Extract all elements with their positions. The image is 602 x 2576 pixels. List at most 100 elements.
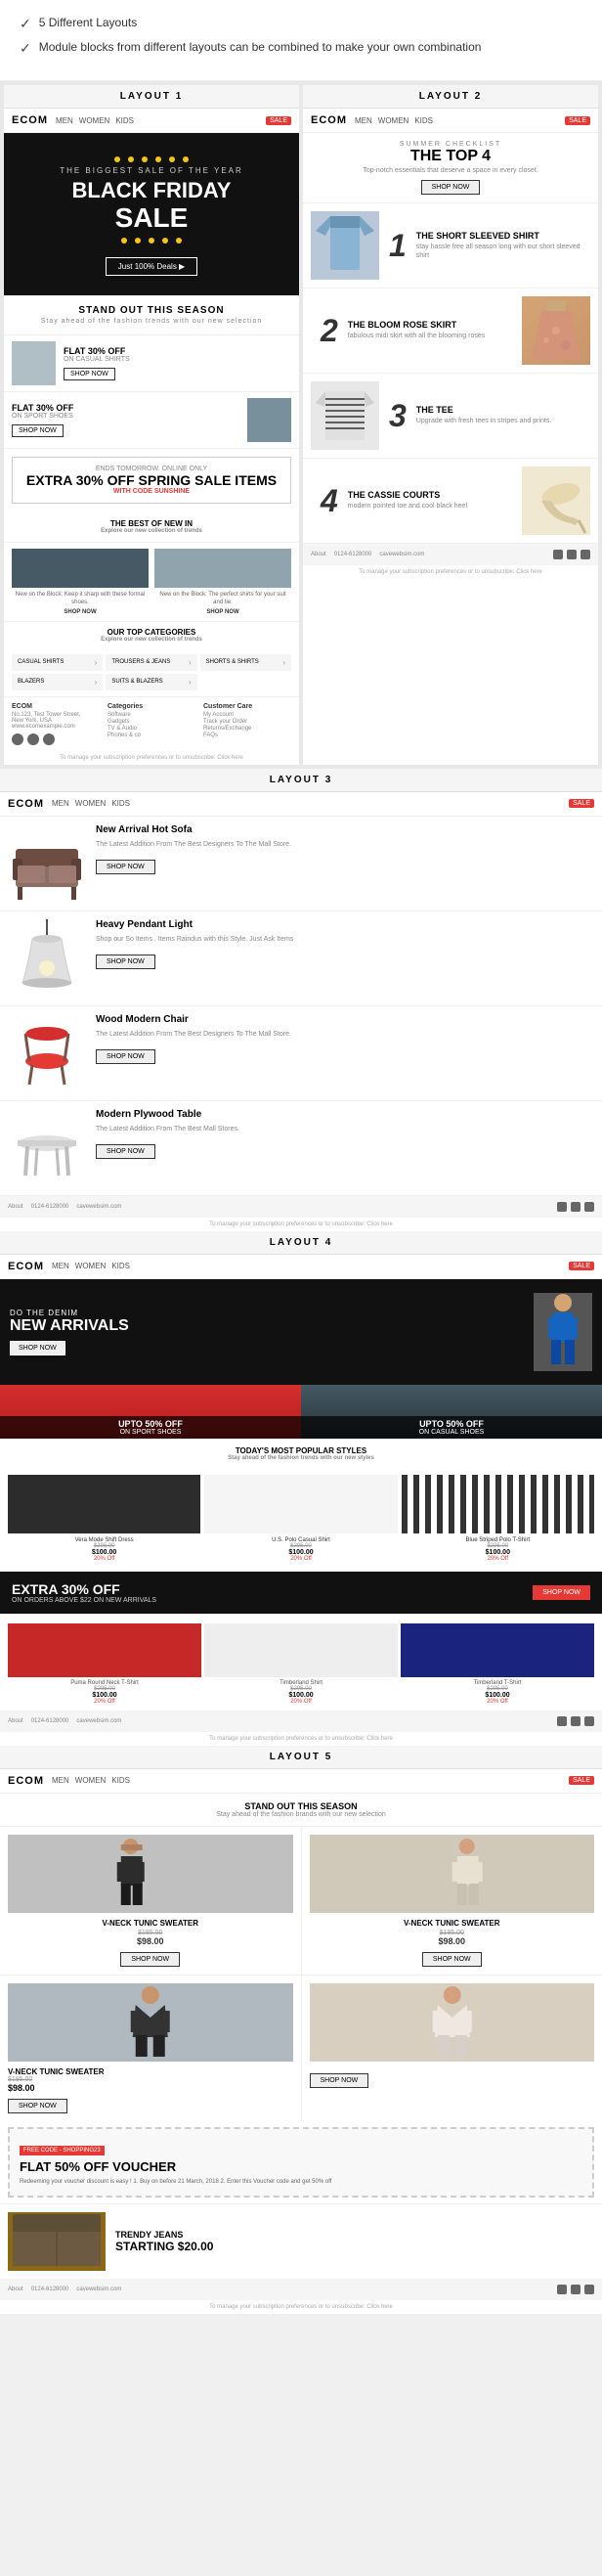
layout1-footer: ECOM No.123, Test Tower Street,New York,… bbox=[4, 696, 299, 751]
vneck-item-2: SHOP NOW bbox=[302, 1976, 602, 2121]
summer-shop-button[interactable]: SHOP NOW bbox=[421, 180, 481, 195]
layout3-nav-men[interactable]: MEN bbox=[52, 799, 69, 808]
layout5-col: ECOM MEN WOMEN KIDS SALE STAND OUT THIS … bbox=[0, 1769, 602, 2314]
footer-logo: ECOM bbox=[12, 703, 100, 710]
l5-product1-shop-button[interactable]: SHOP NOW bbox=[120, 1952, 180, 1967]
layout3-footer-site: cavewebsim.com bbox=[76, 1204, 121, 1210]
layout1-logo: ECOM bbox=[12, 114, 48, 126]
product4-num: 4 bbox=[321, 483, 338, 519]
product1-num: 1 bbox=[389, 228, 407, 264]
vneck-model-svg bbox=[8, 1983, 293, 2062]
product4-info: THE CASSIE COURTS modern pointed toe and… bbox=[348, 490, 514, 511]
layout5-nav-kids[interactable]: KIDS bbox=[111, 1776, 130, 1785]
layout2-nav-men[interactable]: MEN bbox=[355, 116, 372, 125]
layout3-col: ECOM MEN WOMEN KIDS SALE bbox=[0, 792, 602, 1231]
cat-arrow-4: › bbox=[95, 678, 98, 687]
chair-shop-button[interactable]: SHOP NOW bbox=[96, 1049, 155, 1064]
extra30-title: EXTRA 30% OFF bbox=[12, 1581, 156, 1597]
l5-product-2: V-NECK TUNIC SWEATER $195.00 $98.00 SHOP… bbox=[302, 1827, 602, 1975]
product1-info: THE SHORT SLEEVED SHIRT stay hassle free… bbox=[416, 231, 590, 260]
product1-desc: stay hassle free all season long with ou… bbox=[416, 243, 590, 260]
layout1-nav-women[interactable]: WOMEN bbox=[79, 116, 110, 125]
denim-shop-button[interactable]: SHOP NOW bbox=[10, 1341, 65, 1355]
l2-facebook-icon bbox=[553, 550, 563, 559]
layout4-section-label: LAYOUT 4 bbox=[0, 1231, 602, 1255]
vneck-shop-button-2[interactable]: SHOP NOW bbox=[310, 2073, 369, 2088]
check-item-1: ✓ 5 Different Layouts bbox=[20, 16, 582, 32]
tshirt-item-3: Timberland T-Shirt $295.00 $100.00 20% O… bbox=[401, 1623, 594, 1705]
sofa-desc: The Latest Addition From The Best Design… bbox=[96, 840, 594, 850]
layout5-sale-badge: SALE bbox=[569, 1776, 594, 1785]
pendant-info: Heavy Pendant Light Shop our So Items . … bbox=[96, 919, 594, 969]
table-shop-button[interactable]: SHOP NOW bbox=[96, 1144, 155, 1159]
l5-model1-svg bbox=[8, 1835, 293, 1913]
layout1-spring-sale: ENDS TOMORROW. ONLINE ONLY EXTRA 30% OFF… bbox=[12, 457, 291, 504]
table-desc: The Latest Addition From The Best Mall S… bbox=[96, 1125, 594, 1134]
layout2-footer: About 0124-6128000 cavewebsim.com bbox=[303, 544, 598, 565]
extra30-button[interactable]: SHOP NOW bbox=[533, 1585, 590, 1600]
promo2-image bbox=[247, 398, 291, 442]
cat-item-1[interactable]: CASUAL SHIRTS › bbox=[12, 654, 103, 671]
layout4-nav-kids[interactable]: KIDS bbox=[111, 1262, 130, 1270]
layout2-logo: ECOM bbox=[311, 114, 347, 126]
trendy-title: TRENDY JEANS bbox=[115, 2230, 213, 2240]
vneck-shop-button-1[interactable]: SHOP NOW bbox=[8, 2099, 67, 2113]
layout4-extra30: EXTRA 30% OFF ON ORDERS ABOVE $22 ON NEW… bbox=[0, 1572, 602, 1614]
sofa-shop-button[interactable]: SHOP NOW bbox=[96, 860, 155, 874]
layout2-nav-women[interactable]: WOMEN bbox=[378, 116, 409, 125]
bf-cta-button[interactable]: Just 100% Deals ▶ bbox=[106, 257, 197, 276]
layout2-social bbox=[553, 550, 590, 559]
layout2-product-3: 3 THE TEE Upgrade with fresh tees in str… bbox=[303, 374, 598, 459]
product4-name: THE CASSIE COURTS bbox=[348, 490, 514, 500]
layout4-styles: Vera Mode Shift Dress $295.00 $100.00 20… bbox=[0, 1469, 602, 1568]
layout3-nav: ECOM MEN WOMEN KIDS SALE bbox=[0, 792, 602, 817]
cat-item-2[interactable]: TROUSERS & JEANS › bbox=[106, 654, 196, 671]
layout2-nav-kids[interactable]: KIDS bbox=[414, 116, 433, 125]
pendant-shop-button[interactable]: SHOP NOW bbox=[96, 955, 155, 969]
new-product-1: New on the Block: Keep it sharp with the… bbox=[12, 549, 149, 615]
layout4-nav-men[interactable]: MEN bbox=[52, 1262, 69, 1270]
layout2-product-1: 1 THE SHORT SLEEVED SHIRT stay hassle fr… bbox=[303, 203, 598, 289]
l4-instagram-icon bbox=[584, 1716, 594, 1726]
layout4-nav-women[interactable]: WOMEN bbox=[75, 1262, 107, 1270]
layout3-section-label: LAYOUT 3 bbox=[0, 769, 602, 792]
cat-item-5[interactable]: SUITS & BLAZERS › bbox=[106, 674, 196, 690]
promo1-shop-button[interactable]: SHOP NOW bbox=[64, 368, 115, 380]
new-product-1-shop[interactable]: SHOP NOW bbox=[12, 609, 149, 615]
layout4-col: ECOM MEN WOMEN KIDS SALE DO THE DENIM NE… bbox=[0, 1255, 602, 1746]
layout1-nav-kids[interactable]: KIDS bbox=[115, 116, 134, 125]
layout1-cat-grid: CASUAL SHIRTS › TROUSERS & JEANS › SHORT… bbox=[4, 648, 299, 696]
layout4-popular: TODAY'S MOST POPULAR STYLES Stay ahead o… bbox=[0, 1439, 602, 1469]
layout1-col: LAYOUT 1 ECOM MEN WOMEN KIDS SALE bbox=[4, 85, 299, 765]
sofa-name: New Arrival Hot Sofa bbox=[96, 824, 594, 836]
tshirt-price-2: $100.00 bbox=[204, 1692, 398, 1699]
layout5-nav-men[interactable]: MEN bbox=[52, 1776, 69, 1785]
l4-facebook-icon bbox=[557, 1716, 567, 1726]
l2-twitter-icon bbox=[567, 550, 577, 559]
l5-product1-price-old: $195.00 bbox=[8, 1930, 293, 1936]
layout1-standout: STAND OUT THIS SEASON Stay ahead of the … bbox=[4, 295, 299, 335]
spring-sale-ends: ENDS TOMORROW. ONLINE ONLY bbox=[21, 466, 282, 472]
sofa-svg bbox=[8, 824, 86, 903]
table-info: Modern Plywood Table The Latest Addition… bbox=[96, 1109, 594, 1159]
new-product-2-shop[interactable]: SHOP NOW bbox=[154, 609, 291, 615]
layout3-nav-women[interactable]: WOMEN bbox=[75, 799, 107, 808]
vneck-item-1: V-NECK TUNIC SWEATER $195.00 $98.00 SHOP… bbox=[0, 1976, 302, 2121]
l5-product-1: V-NECK TUNIC SWEATER $195.00 $98.00 SHOP… bbox=[0, 1827, 302, 1975]
cat-item-3[interactable]: SHORTS & SHIRTS › bbox=[200, 654, 291, 671]
shoe-badge-2: UPTO 50% OFF ON CASUAL SHOES bbox=[301, 1416, 602, 1439]
layout1-nav-men[interactable]: MEN bbox=[56, 116, 73, 125]
layout3-nav-kids[interactable]: KIDS bbox=[111, 799, 130, 808]
new-product-1-desc: New on the Block: Keep it sharp with the… bbox=[12, 592, 149, 607]
extra30-sub: ON ORDERS ABOVE $22 ON NEW ARRIVALS bbox=[12, 1597, 156, 1604]
l5-product2-image bbox=[310, 1835, 595, 1913]
tshirt-item-1: Puma Round Neck T-Shirt $295.00 $100.00 … bbox=[8, 1623, 201, 1705]
l5-product2-shop-button[interactable]: SHOP NOW bbox=[422, 1952, 482, 1967]
layout1-promo2: FLAT 30% OFF ON SPORT SHOES SHOP NOW bbox=[4, 392, 299, 449]
promo2-shop-button[interactable]: SHOP NOW bbox=[12, 424, 64, 437]
l3-twitter-icon bbox=[571, 1202, 580, 1212]
layout1-footer-customer: Customer Care My Account Track your Orde… bbox=[203, 703, 291, 745]
layout4-nav: ECOM MEN WOMEN KIDS SALE bbox=[0, 1255, 602, 1279]
cat-item-4[interactable]: BLAZERS › bbox=[12, 674, 103, 690]
layout5-nav-women[interactable]: WOMEN bbox=[75, 1776, 107, 1785]
